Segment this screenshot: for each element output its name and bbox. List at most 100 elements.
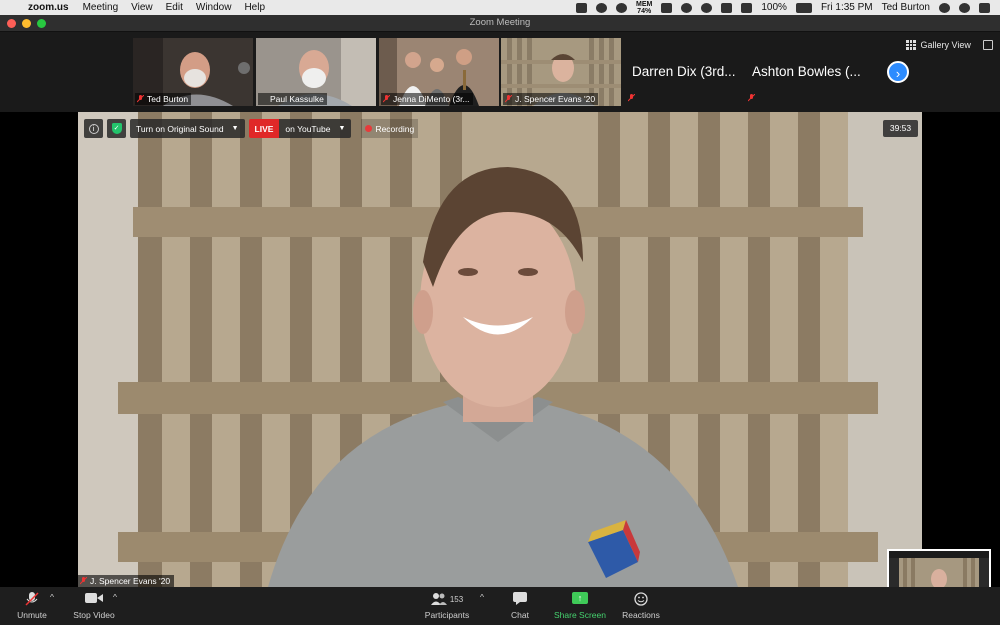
video-camera-icon xyxy=(70,592,118,606)
chat-bubble-icon xyxy=(506,592,534,606)
memory-label: MEM xyxy=(636,0,653,8)
user-name[interactable]: Ted Burton xyxy=(882,2,930,13)
share-screen-button[interactable]: ↑ Share Screen xyxy=(553,592,607,620)
speaker-video-frame xyxy=(78,112,922,587)
window-titlebar: Zoom Meeting xyxy=(0,15,1000,32)
time-machine-icon[interactable] xyxy=(701,2,713,13)
video-options-caret[interactable]: ^ xyxy=(113,592,117,602)
reactions-label: Reactions xyxy=(622,610,660,620)
live-target[interactable]: on YouTube ▼ xyxy=(279,119,352,138)
grid-icon xyxy=(906,40,916,50)
menu-help[interactable]: Help xyxy=(244,2,265,13)
mic-muted-icon xyxy=(25,592,39,606)
active-speaker-name-text: J. Spencer Evans '20 xyxy=(90,576,171,586)
stop-video-button[interactable]: Stop Video xyxy=(70,592,118,620)
recording-indicator[interactable]: Recording xyxy=(361,119,419,138)
participant-tile[interactable]: Paul Kassulke xyxy=(256,38,376,106)
meeting-info-button[interactable]: i xyxy=(84,119,103,138)
next-page-button[interactable]: › xyxy=(887,61,909,83)
recording-label: Recording xyxy=(375,123,415,134)
battery-icon[interactable] xyxy=(795,2,812,13)
participant-tile-video-off[interactable]: Ashton Bowles (... xyxy=(745,38,865,106)
original-sound-button[interactable]: Turn on Original Sound ▼ xyxy=(130,119,245,138)
muted-mic-icon xyxy=(80,577,87,585)
app-menu[interactable]: zoom.us xyxy=(28,2,69,13)
participants-icon: 153 xyxy=(420,592,474,606)
participant-name-text: Paul Kassulke xyxy=(270,94,324,104)
audio-options-caret[interactable]: ^ xyxy=(50,592,54,602)
share-screen-icon: ↑ xyxy=(553,592,607,606)
muted-mic-icon xyxy=(628,94,635,102)
wifi-icon[interactable] xyxy=(741,2,753,13)
participant-tile-active-speaker[interactable]: J. Spencer Evans '20 xyxy=(501,38,621,106)
menu-edit[interactable]: Edit xyxy=(166,2,183,13)
live-stream-control[interactable]: LIVE on YouTube ▼ xyxy=(248,119,352,138)
participant-name-text: Jenna DiMento (3r... xyxy=(393,94,470,104)
bluetooth-icon[interactable] xyxy=(721,2,733,13)
notification-center-icon[interactable] xyxy=(979,2,990,13)
clock[interactable]: Fri 1:35 PM xyxy=(821,2,873,13)
muted-mic-icon xyxy=(137,95,144,103)
sync-icon[interactable] xyxy=(596,2,608,13)
memory-meter[interactable]: MEM 74% xyxy=(636,1,652,15)
participant-tile-video-off[interactable]: Darren Dix (3rd... xyxy=(625,38,745,106)
menu-window[interactable]: Window xyxy=(196,2,232,13)
participant-name: Paul Kassulke xyxy=(258,93,327,105)
participant-tile[interactable]: Ted Burton xyxy=(133,38,253,106)
zoom-status-icon[interactable] xyxy=(576,2,588,13)
participants-count: 153 xyxy=(449,594,464,604)
chevron-right-icon: › xyxy=(895,66,901,81)
dropbox-icon[interactable] xyxy=(681,2,693,13)
original-sound-label: Turn on Original Sound xyxy=(136,123,224,134)
memory-value: 74% xyxy=(637,7,652,15)
macos-menubar: zoom.us Meeting View Edit Window Help ME… xyxy=(0,0,1000,15)
menu-meeting[interactable]: Meeting xyxy=(83,2,119,13)
muted-mic-icon xyxy=(748,94,755,102)
creative-cloud-icon[interactable] xyxy=(616,2,628,13)
participant-name: Ashton Bowles (... xyxy=(752,64,861,79)
reactions-button[interactable]: Reactions xyxy=(620,592,662,620)
siri-icon[interactable] xyxy=(959,2,970,13)
gallery-view-button[interactable]: Gallery View xyxy=(906,40,971,50)
chevron-down-icon: ▼ xyxy=(338,125,346,132)
participant-tile[interactable]: Jenna DiMento (3r... xyxy=(379,38,499,106)
smiley-icon xyxy=(620,592,662,606)
muted-mic-icon xyxy=(383,95,390,103)
chevron-down-icon[interactable]: ▼ xyxy=(232,125,239,132)
fullscreen-icon[interactable] xyxy=(983,40,993,50)
stop-video-label: Stop Video xyxy=(73,610,115,620)
chat-button[interactable]: Chat xyxy=(506,592,534,620)
participant-name: J. Spencer Evans '20 xyxy=(503,93,599,105)
participant-name-text: Ted Burton xyxy=(147,94,189,104)
chat-label: Chat xyxy=(511,610,529,620)
active-speaker-video xyxy=(78,112,922,587)
arrow-up-icon: ↑ xyxy=(572,592,588,604)
participant-name: Darren Dix (3rd... xyxy=(632,64,736,79)
participants-options-caret[interactable]: ^ xyxy=(480,592,484,602)
participant-name: Jenna DiMento (3r... xyxy=(381,93,473,105)
main-stage xyxy=(0,112,1000,587)
unmute-label: Unmute xyxy=(17,610,47,620)
window-title: Zoom Meeting xyxy=(469,17,531,28)
unmute-button[interactable]: Unmute xyxy=(14,592,50,620)
participant-name-text: J. Spencer Evans '20 xyxy=(515,94,596,104)
live-badge: LIVE xyxy=(248,119,280,138)
meeting-timer: 39:53 xyxy=(883,120,918,137)
gallery-view-label: Gallery View xyxy=(920,40,971,50)
menu-view[interactable]: View xyxy=(131,2,153,13)
info-icon: i xyxy=(88,123,99,134)
active-speaker-name: J. Spencer Evans '20 xyxy=(78,575,175,587)
live-target-label: on YouTube xyxy=(285,123,331,134)
recording-dot-icon xyxy=(365,125,373,132)
participant-name: Ted Burton xyxy=(135,93,192,105)
text-app-icon[interactable] xyxy=(661,2,673,13)
spotlight-search-icon[interactable] xyxy=(939,2,950,13)
battery-percentage[interactable]: 100% xyxy=(761,2,787,13)
participants-label: Participants xyxy=(424,610,470,620)
security-button[interactable]: ✓ xyxy=(107,119,126,138)
meeting-top-controls: i ✓ Turn on Original Sound ▼ LIVE on You… xyxy=(84,119,419,138)
meeting-toolbar: Unmute ^ Stop Video ^ 153 Participants ^… xyxy=(0,587,1000,625)
share-screen-label: Share Screen xyxy=(554,610,606,620)
participants-button[interactable]: 153 Participants xyxy=(420,592,474,620)
shield-check-icon: ✓ xyxy=(111,123,122,134)
